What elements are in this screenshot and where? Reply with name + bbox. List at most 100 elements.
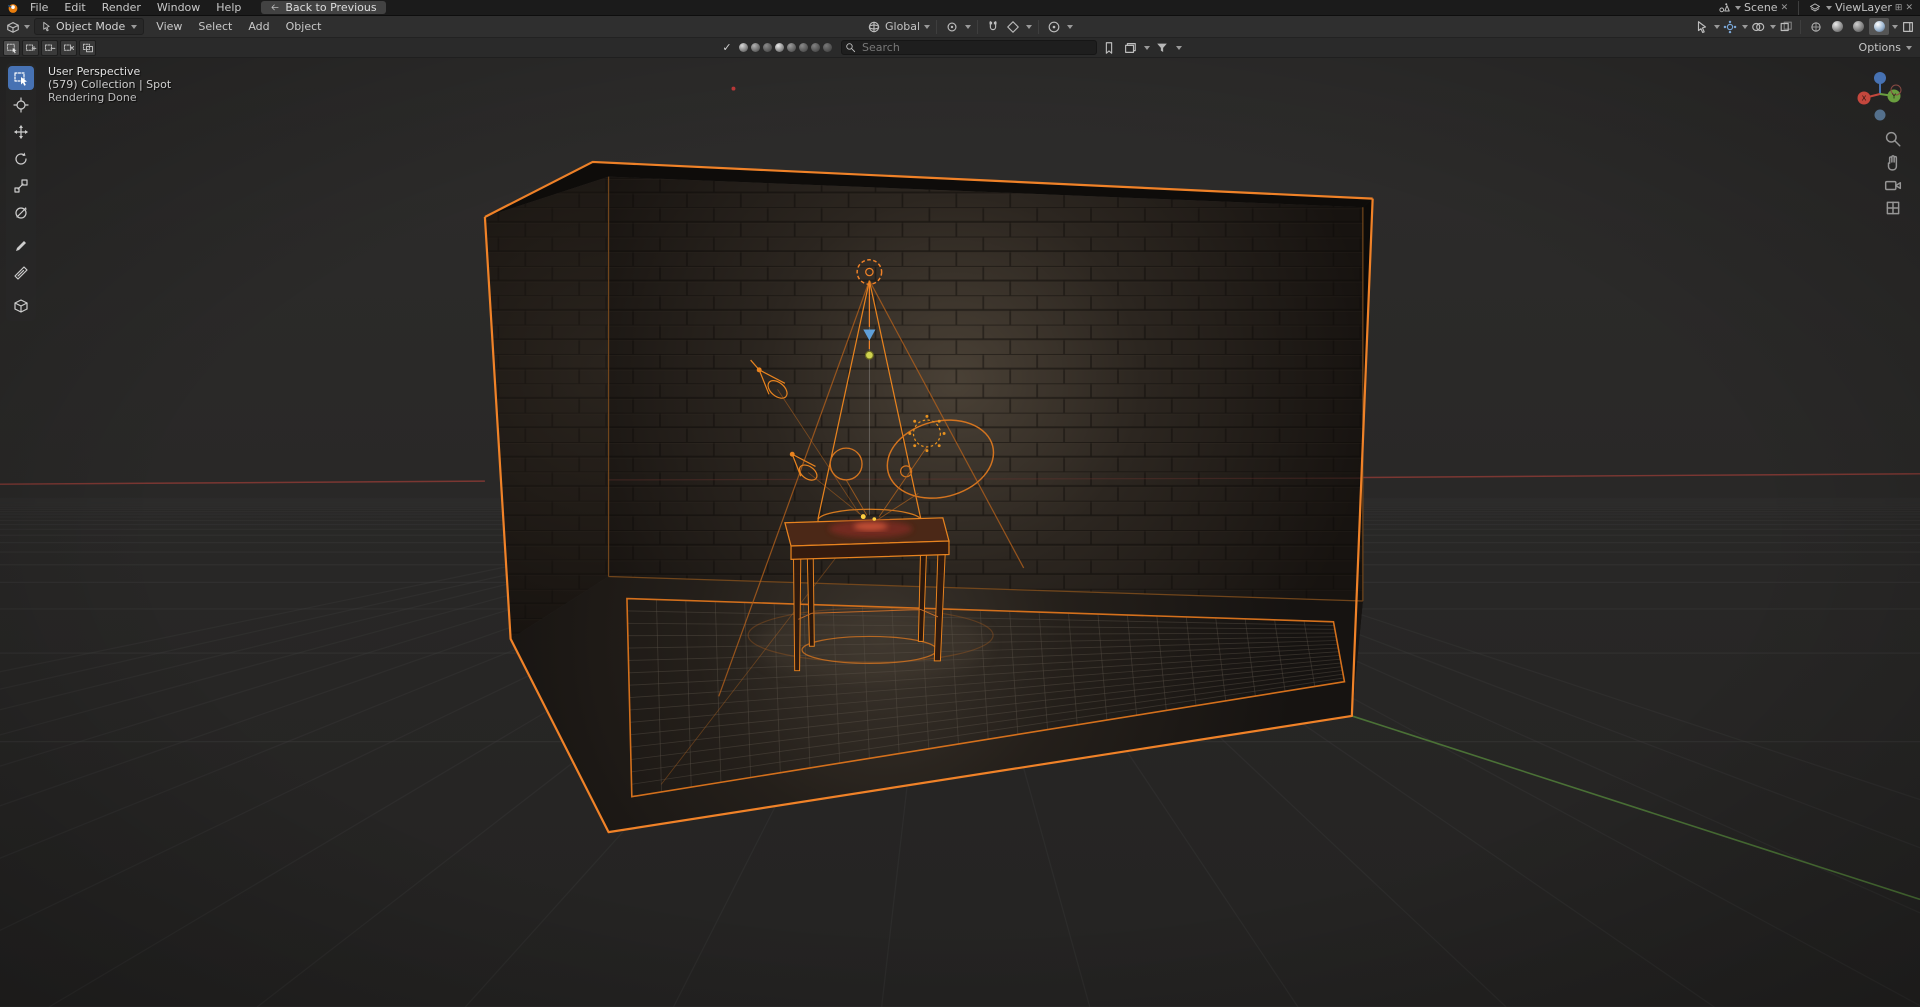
viewlayer-add-icon[interactable]: ⊞ (1895, 3, 1903, 13)
3d-viewport-canvas[interactable] (0, 58, 1920, 1007)
filter-search-cluster: ✓ (718, 38, 1182, 57)
menu-window[interactable]: Window (149, 0, 208, 15)
chevron-down-icon (1742, 24, 1748, 29)
panel-toggle-icon[interactable] (1899, 18, 1917, 36)
back-to-previous-button[interactable]: Back to Previous (261, 1, 386, 14)
back-to-previous-label: Back to Previous (285, 1, 377, 14)
transform-orientation-label[interactable]: Global (885, 20, 920, 33)
menu-object[interactable]: Object (278, 16, 330, 37)
viewlayer-name-label: ViewLayer (1835, 1, 1892, 14)
viewlayer-selector[interactable]: ViewLayer ⊞ ✕ (1806, 0, 1916, 15)
topbar: File Edit Render Window Help Back to Pre… (0, 0, 1920, 16)
chevron-down-icon (1892, 24, 1898, 29)
shading-solid-button[interactable] (1827, 18, 1847, 35)
blender-logo-icon[interactable] (4, 0, 22, 17)
gizmo-z-axis[interactable] (1874, 72, 1886, 84)
separator (1798, 0, 1800, 15)
shading-material-button[interactable] (1848, 18, 1868, 35)
collection-icon[interactable] (1121, 39, 1139, 57)
menu-add[interactable]: Add (240, 16, 277, 37)
menu-edit[interactable]: Edit (56, 0, 93, 15)
object-type-icon-2[interactable] (751, 43, 760, 52)
tool-scale[interactable] (8, 174, 34, 198)
show-overlays-icon[interactable] (1749, 18, 1767, 36)
select-mode-intersect-icon[interactable] (79, 39, 96, 56)
mode-selector-label: Object Mode (56, 20, 126, 33)
light-origin-dot (864, 350, 874, 360)
search-input[interactable] (841, 40, 1097, 55)
tool-select-box[interactable] (8, 66, 34, 90)
separator (936, 19, 938, 34)
object-type-icon-7[interactable] (811, 43, 820, 52)
viewport-header: Object Mode View Select Add Object Globa… (0, 16, 1920, 38)
chevron-down-icon (1067, 24, 1074, 29)
object-type-icon-4[interactable] (775, 43, 784, 52)
orientation-globe-icon[interactable] (865, 18, 883, 36)
scene-selector[interactable]: Scene ✕ (1715, 0, 1791, 15)
separator (1800, 19, 1801, 34)
xray-toggle-icon[interactable] (1777, 18, 1795, 36)
proportional-editing-icon[interactable] (1045, 18, 1063, 36)
toolbar (6, 63, 36, 321)
menu-render[interactable]: Render (94, 0, 149, 15)
viewport-toggles-cluster (1693, 16, 1917, 37)
show-gizmo-icon[interactable] (1721, 18, 1739, 36)
menu-view[interactable]: View (148, 16, 190, 37)
search-icon (846, 43, 856, 53)
chevron-down-icon (1176, 45, 1182, 50)
gizmo-z-neg-axis[interactable] (1874, 109, 1886, 121)
object-type-icon-5[interactable] (787, 43, 796, 52)
separator (977, 19, 979, 34)
options-dropdown[interactable]: Options (1859, 38, 1912, 57)
search-field-wrap (841, 40, 1097, 55)
chevron-down-icon (131, 24, 138, 29)
tool-settings-header: ✓ Options (0, 38, 1920, 58)
pan-hand-icon[interactable] (1884, 153, 1904, 173)
3d-viewport[interactable]: User Perspective (579) Collection | Spot… (0, 58, 1920, 1007)
filter-funnel-icon[interactable] (1153, 39, 1171, 57)
menu-select[interactable]: Select (190, 16, 240, 37)
tool-3d-cursor[interactable] (8, 93, 34, 117)
tool-transform[interactable] (8, 201, 34, 225)
room-object[interactable] (484, 161, 1373, 833)
menu-help[interactable]: Help (208, 0, 249, 15)
zoom-icon[interactable] (1884, 130, 1904, 150)
snap-magnet-icon[interactable] (984, 18, 1002, 36)
tool-add-cube[interactable] (8, 294, 34, 318)
pivot-point-icon[interactable] (943, 18, 961, 36)
scene-unlink-icon[interactable]: ✕ (1781, 3, 1789, 13)
tool-measure[interactable] (8, 261, 34, 285)
chevron-down-icon (1144, 45, 1150, 50)
gizmo-y-label: Y (1891, 93, 1897, 101)
object-type-icon-6[interactable] (799, 43, 808, 52)
separator (1038, 19, 1040, 34)
object-type-icon-3[interactable] (763, 43, 772, 52)
selectability-icon[interactable] (1693, 18, 1711, 36)
perspective-toggle-icon[interactable] (1884, 199, 1904, 219)
mode-selector-dropdown[interactable]: Object Mode (34, 18, 145, 35)
tool-move[interactable] (8, 120, 34, 144)
object-type-icon-1[interactable] (739, 43, 748, 52)
navigation-gizmo[interactable]: X Y (1852, 66, 1908, 122)
check-icon[interactable]: ✓ (718, 39, 736, 57)
gizmo-x-label: X (1862, 95, 1867, 103)
options-label: Options (1858, 41, 1901, 54)
chevron-down-icon (1906, 45, 1912, 50)
chevron-down-icon (1735, 5, 1742, 10)
shading-wireframe-button[interactable] (1806, 18, 1826, 35)
select-mode-set-icon[interactable] (3, 39, 20, 56)
editor-type-button[interactable] (4, 18, 22, 36)
tool-annotate[interactable] (8, 234, 34, 258)
viewlayer-remove-icon[interactable]: ✕ (1905, 3, 1913, 13)
select-mode-invert-icon[interactable] (60, 39, 77, 56)
chevron-down-icon (24, 24, 30, 29)
object-type-icon-8[interactable] (823, 43, 832, 52)
bookmark-icon[interactable] (1100, 39, 1118, 57)
shading-rendered-button[interactable] (1869, 18, 1889, 35)
tool-rotate[interactable] (8, 147, 34, 171)
snap-settings-icon[interactable] (1004, 18, 1022, 36)
select-mode-subtract-icon[interactable] (41, 39, 58, 56)
menu-file[interactable]: File (22, 0, 56, 15)
select-mode-extend-icon[interactable] (22, 39, 39, 56)
camera-view-icon[interactable] (1884, 176, 1904, 196)
